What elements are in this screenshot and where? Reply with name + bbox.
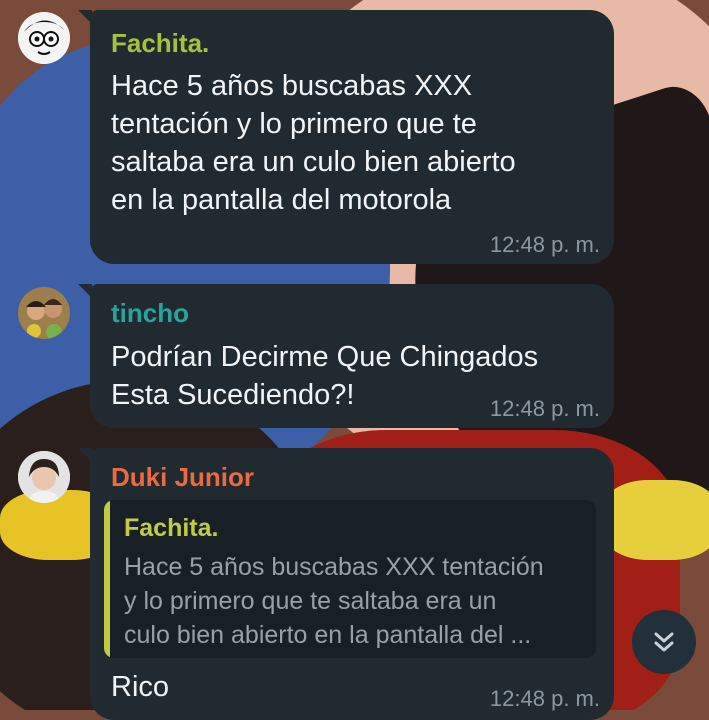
message-sender[interactable]: Fachita. <box>111 28 209 59</box>
avatar[interactable] <box>18 287 70 339</box>
message-text: Podrían Decirme Que Chingados Esta Suced… <box>111 341 539 411</box>
message-time: 12:48 p. m. <box>489 396 600 421</box>
reply-quote[interactable]: Fachita. Hace 5 años buscabas XXX tentac… <box>104 500 596 658</box>
message-sender[interactable]: tincho <box>111 298 189 329</box>
message-time: 12:48 p. m. <box>489 686 600 711</box>
reply-text: Hace 5 años buscabas XXX tentación y lo … <box>124 553 544 649</box>
avatar[interactable] <box>18 451 70 503</box>
message-sender[interactable]: Duki Junior <box>111 462 254 493</box>
double-chevron-down-icon <box>654 632 674 652</box>
message-text: Rico <box>111 671 170 703</box>
message-time: 12:48 p. m. <box>489 232 600 257</box>
reply-quote-bar <box>104 500 110 658</box>
message-bubble[interactable]: Fachita. Hace 5 años buscabas XXX tentac… <box>78 10 614 264</box>
avatar[interactable] <box>18 12 70 64</box>
message-text: Hace 5 años buscabas XXX tentación y lo … <box>111 70 516 216</box>
message-bubble[interactable]: Duki Junior Fachita. Hace 5 años buscaba… <box>78 448 614 720</box>
reply-sender: Fachita. <box>124 514 219 542</box>
message-bubble[interactable]: tincho Podrían Decirme Que Chingados Est… <box>78 284 614 428</box>
scroll-down-button[interactable] <box>632 610 696 674</box>
